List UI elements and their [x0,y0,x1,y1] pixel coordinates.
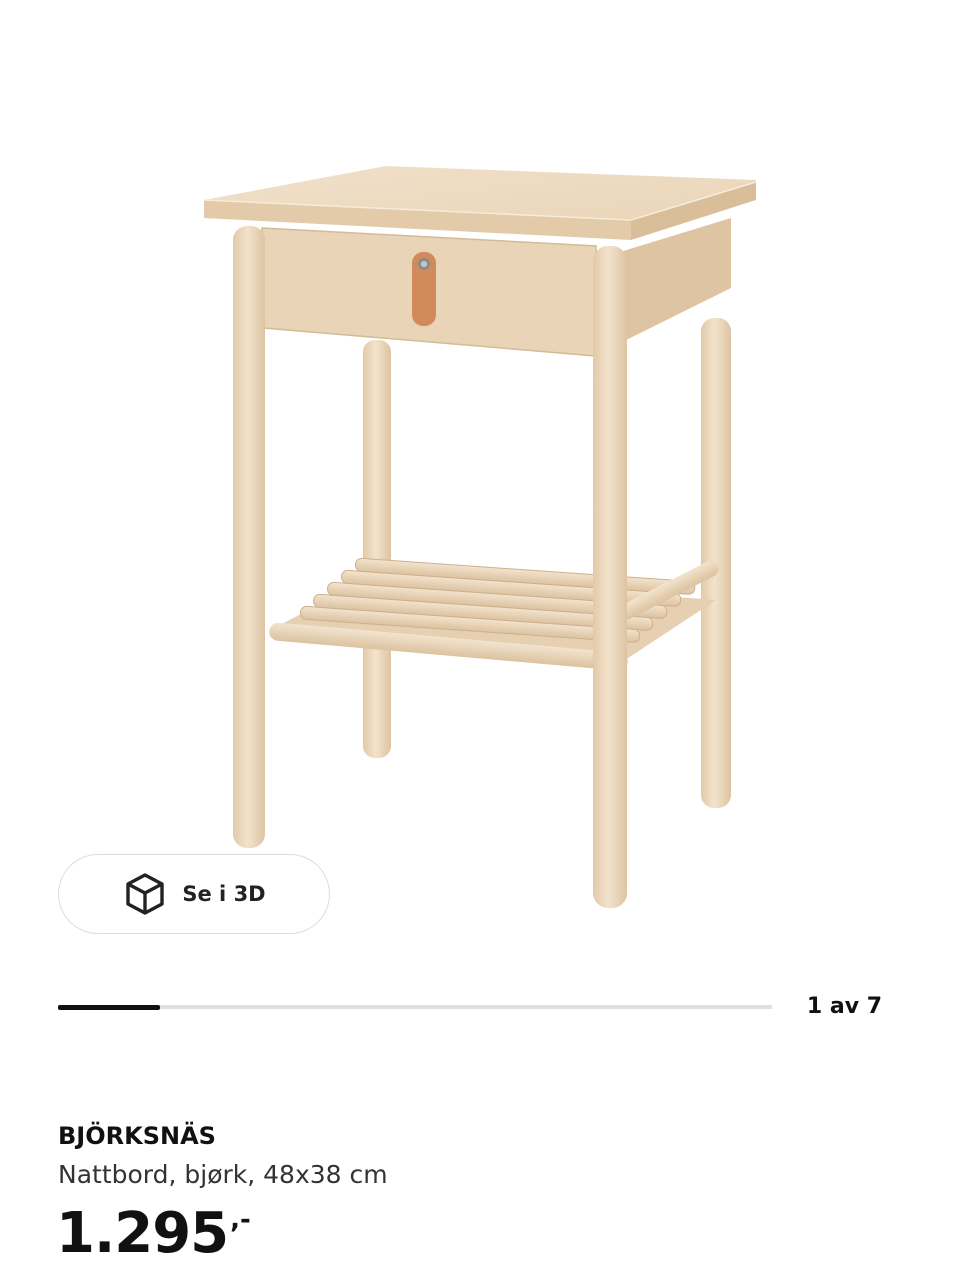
product-description: Nattbord, bjørk, 48x38 cm [58,1160,388,1189]
product-name: BJÖRKSNÄS [58,1122,216,1150]
cube-icon [126,873,165,915]
price-suffix: ,- [230,1205,251,1235]
product-page: Se i 3D 1 av 7 BJÖRKSNÄS Nattbord, bjørk… [0,0,960,1282]
gallery-progress-fill [58,1004,160,1010]
gallery-counter: 1 av 7 [806,994,882,1019]
product-image[interactable] [56,88,904,936]
gallery-progress [58,1004,772,1010]
view-in-3d-button[interactable]: Se i 3D [58,854,330,934]
view-in-3d-label: Se i 3D [182,882,266,906]
price-amount: 1.295 [56,1201,229,1266]
product-price: 1.295 ,- [56,1201,251,1267]
nightstand-image [203,166,757,908]
